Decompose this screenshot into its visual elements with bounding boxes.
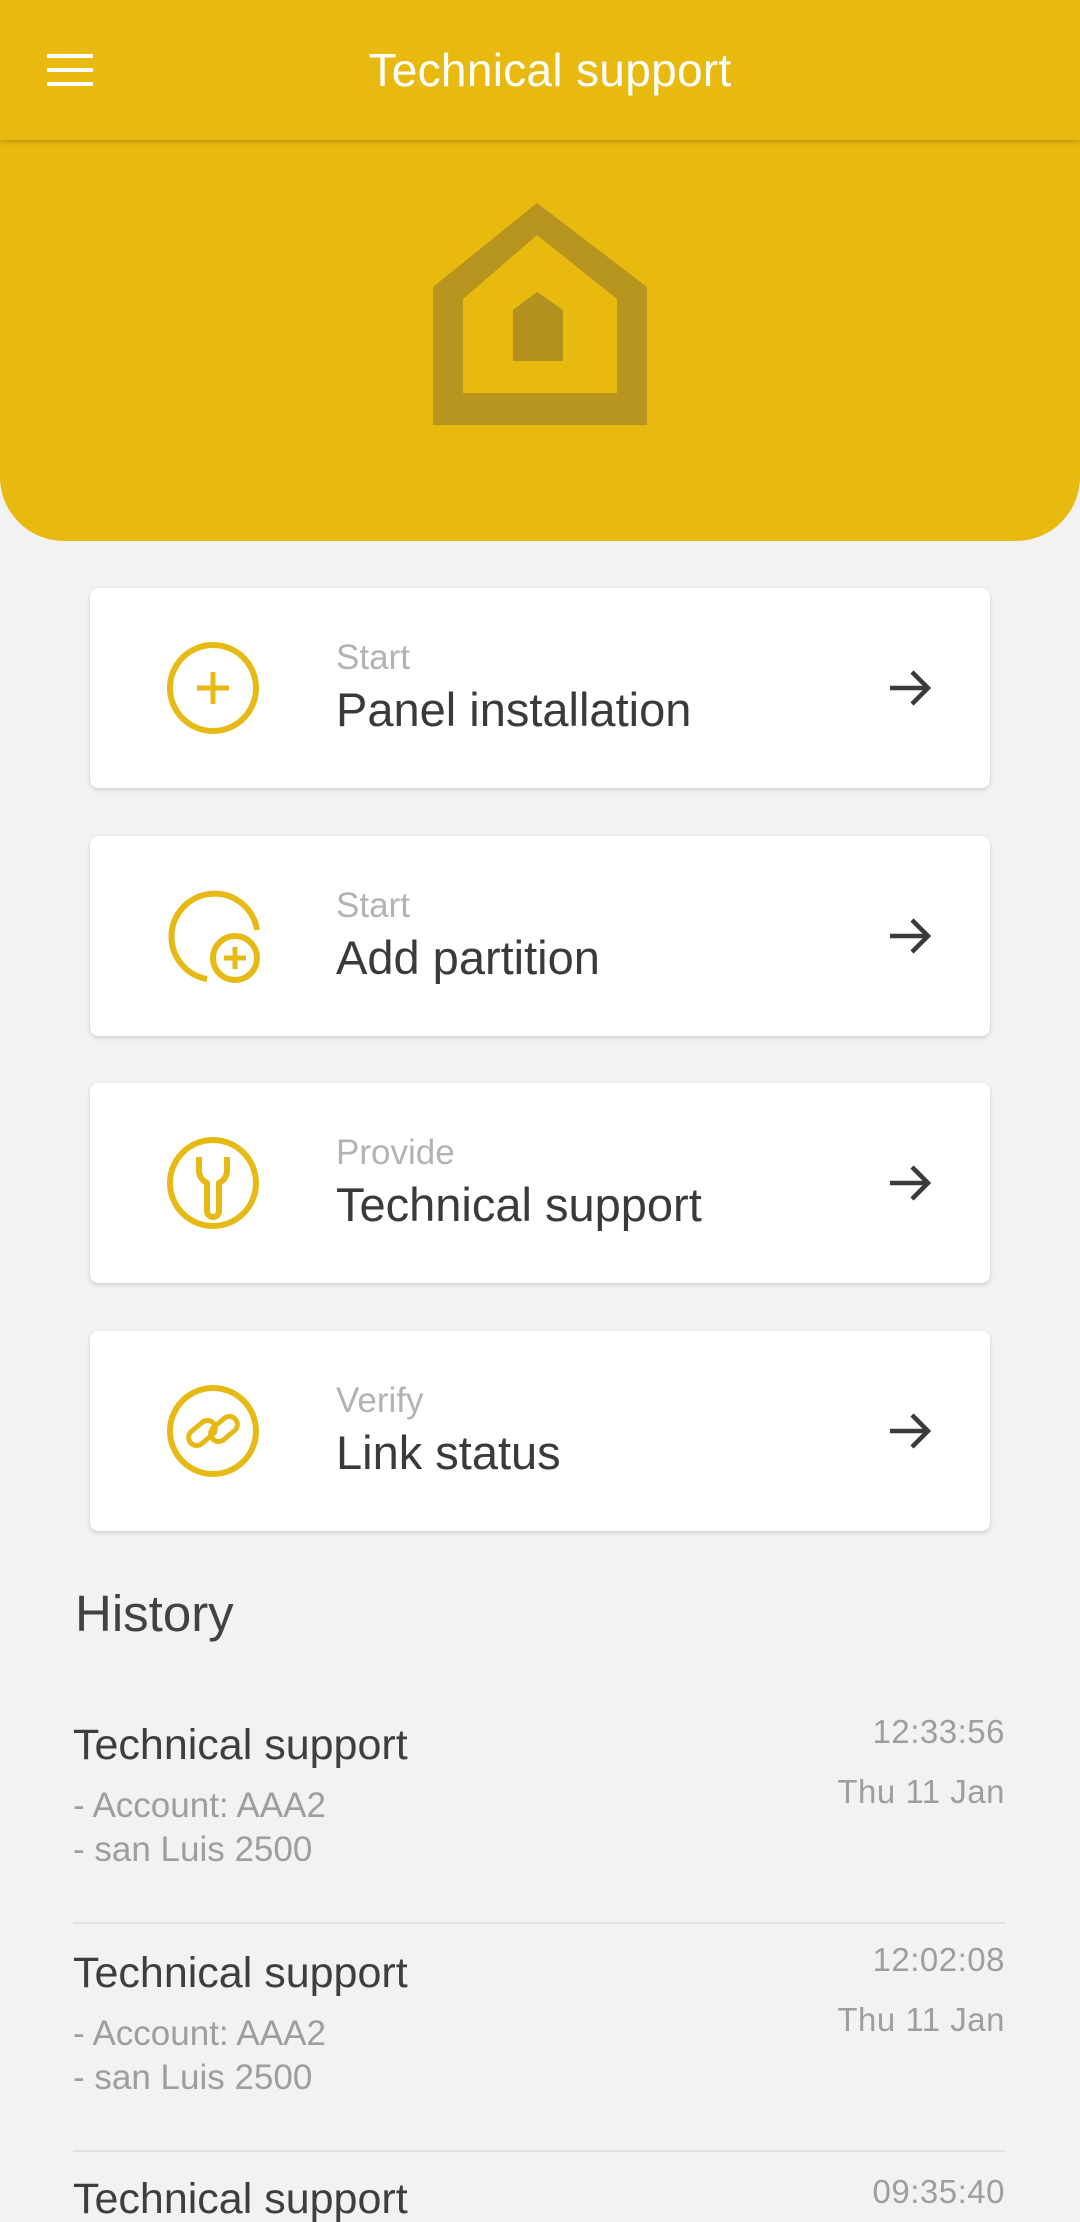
- history-item-address: - san Luis 2500: [73, 1830, 313, 1869]
- card-subtitle: Start: [336, 638, 410, 677]
- arrow-right-icon: [890, 1413, 932, 1449]
- plus-circle-icon: [167, 642, 259, 734]
- history-item-account: - Account: AAA2: [73, 1786, 326, 1825]
- history-item-title: Technical support: [73, 1949, 408, 1997]
- history-item-time: 09:35:40: [872, 2176, 1005, 2210]
- card-subtitle: Verify: [336, 1381, 424, 1420]
- arrow-right-icon: [890, 670, 932, 706]
- history-divider: [73, 1922, 1005, 1924]
- history-item-account: - Account: AAA2: [73, 2014, 326, 2053]
- wrench-icon: [167, 1137, 259, 1229]
- page-title: Technical support: [368, 44, 732, 96]
- house-logo-icon: [433, 203, 647, 425]
- card-title: Add partition: [336, 931, 600, 984]
- history-item[interactable]: Technical support 09:35:40: [73, 2176, 1005, 2222]
- add-partition-icon: [168, 890, 260, 983]
- arrow-right-icon: [890, 918, 932, 954]
- card-subtitle: Start: [336, 886, 410, 925]
- card-title: Panel installation: [336, 683, 692, 736]
- add-partition-card[interactable]: Start Add partition: [90, 836, 990, 1036]
- history-item-address: - san Luis 2500: [73, 2058, 313, 2097]
- history-item-date: Thu 11 Jan: [837, 1773, 1005, 1810]
- history-item[interactable]: Technical support - Account: AAA2 - san …: [73, 1713, 1005, 1948]
- app-bar: Technical support: [0, 0, 1080, 140]
- history-item[interactable]: Technical support - Account: AAA2 - san …: [73, 1941, 1005, 2176]
- arrow-right-icon: [890, 1165, 932, 1201]
- history-heading: History: [75, 1585, 234, 1642]
- history-item-title: Technical support: [73, 2176, 408, 2222]
- card-subtitle: Provide: [336, 1133, 455, 1172]
- history-item-time: 12:33:56: [872, 1713, 1005, 1750]
- link-status-card[interactable]: Verify Link status: [90, 1331, 990, 1531]
- panel-installation-card[interactable]: Start Panel installation: [90, 588, 990, 788]
- card-title: Technical support: [336, 1178, 702, 1231]
- history-item-title: Technical support: [73, 1721, 408, 1769]
- app-screen: Technical support Start Panel installati…: [0, 0, 1080, 2222]
- card-title: Link status: [336, 1426, 561, 1479]
- history-item-date: Thu 11 Jan: [837, 2001, 1005, 2038]
- technical-support-card[interactable]: Provide Technical support: [90, 1083, 990, 1283]
- history-divider: [73, 2150, 1005, 2152]
- history-item-time: 12:02:08: [872, 1941, 1005, 1978]
- link-icon: [167, 1385, 259, 1477]
